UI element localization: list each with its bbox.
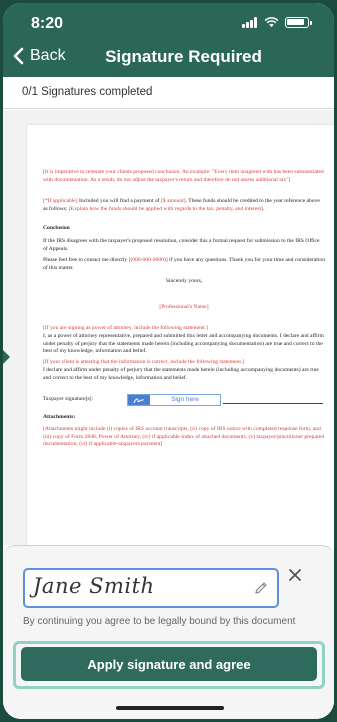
doc-heading: Attachments: (43, 414, 76, 420)
document-page: [It is imperative to reiterate your clie… (27, 125, 334, 555)
status-time: 8:20 (31, 15, 64, 32)
battery-icon (285, 17, 309, 28)
legal-disclaimer: By continuing you agree to be legally bo… (23, 616, 296, 627)
doc-paragraph: [It is imperative to reiterate your clie… (43, 169, 324, 183)
apply-signature-button[interactable]: Apply signature and agree (21, 647, 317, 681)
status-icons (242, 17, 312, 28)
pencil-icon[interactable] (253, 580, 269, 596)
page-title: Signature Required (105, 47, 262, 66)
app-frame: 8:20 Back Signature Required 0/1 Signatu… (3, 3, 334, 719)
close-icon[interactable] (288, 568, 302, 582)
doc-paragraph: I declare and affirm under penalty of pe… (43, 367, 319, 381)
doc-professional-name: [Professional's Name] (159, 304, 209, 310)
doc-closing: Sincerely yours, (165, 278, 203, 284)
cellular-signal-icon (242, 17, 258, 28)
doc-heading: Conclusion (43, 225, 70, 231)
doc-paragraph: I, as a power of attorney representative… (43, 333, 324, 355)
doc-paragraph: [Attachments might include (i) copies of… (43, 426, 324, 448)
taxpayer-signature-label: Taxpayer signature[s]: (43, 396, 94, 402)
signature-progress: 0/1 Signatures completed (3, 77, 334, 109)
doc-note: [If you are signing as power of attorney… (43, 325, 209, 331)
signature-input[interactable]: Jane Smith (23, 568, 279, 608)
progress-text: 0/1 Signatures completed (22, 86, 153, 98)
doc-paragraph: If the IRS disagrees with the taxpayer's… (43, 238, 320, 252)
doc-paragraph: Please feel free to contact me directly … (43, 257, 325, 271)
sign-here-label: Sign here (171, 395, 199, 403)
doc-note: [If your client is attesting that the in… (43, 359, 245, 365)
home-indicator (116, 706, 224, 710)
document-viewer[interactable]: [It is imperative to reiterate your clie… (3, 110, 334, 555)
signature-line (223, 403, 323, 404)
current-field-marker-icon (3, 350, 10, 364)
signature-panel: Jane Smith By continuing you agree to be… (3, 545, 334, 719)
signature-value: Jane Smith (33, 574, 155, 598)
pen-icon (128, 395, 150, 405)
wifi-icon (264, 17, 279, 28)
sign-here-tag[interactable]: Sign here (127, 394, 221, 406)
header: 8:20 Back Signature Required (3, 3, 334, 77)
doc-paragraph: [*If applicable] Included you will find … (43, 198, 320, 212)
